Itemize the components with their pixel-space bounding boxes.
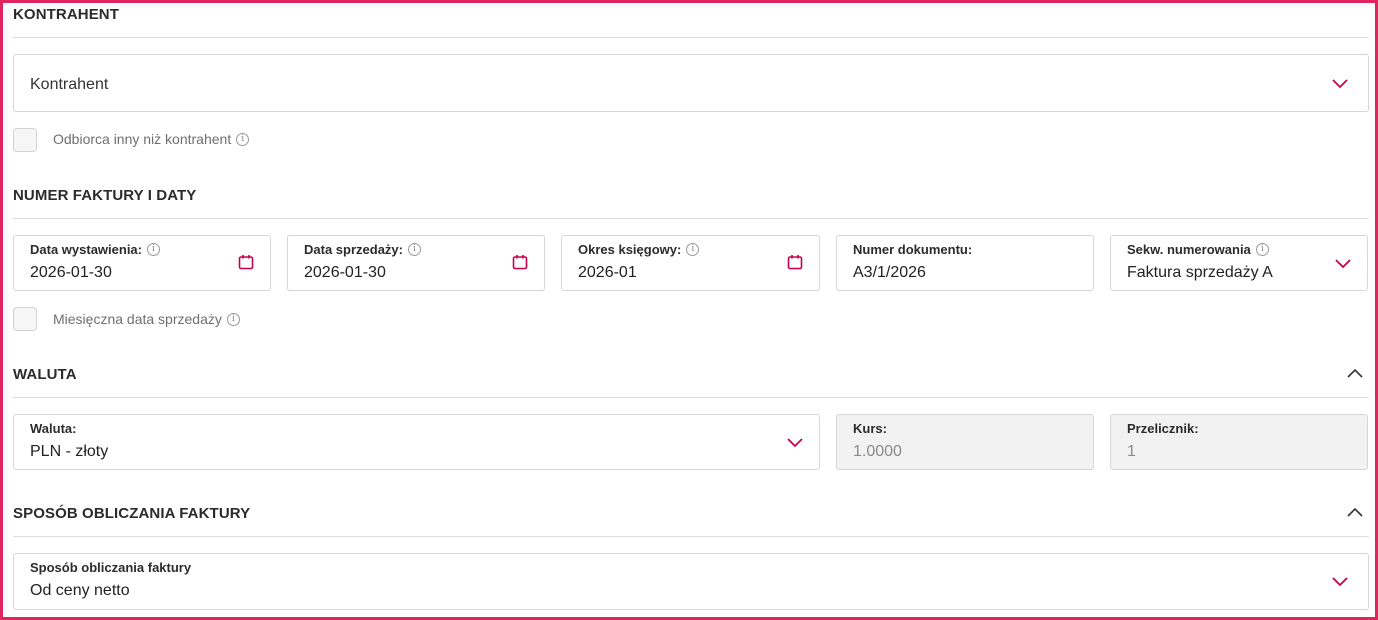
document-number-field[interactable]: Numer dokumentu: A3/1/2026	[836, 235, 1094, 291]
converter-label: Przelicznik:	[1127, 421, 1199, 436]
divider	[13, 397, 1369, 398]
converter-value: 1	[1127, 443, 1136, 460]
currency-select[interactable]: Waluta: PLN - złoty	[13, 414, 820, 470]
other-recipient-checkbox[interactable]	[13, 128, 37, 152]
accounting-period-field[interactable]: Okres księgowy: i 2026-01	[561, 235, 820, 291]
accounting-period-label-text: Okres księgowy:	[578, 242, 682, 257]
section-title-currency: WALUTA	[13, 366, 77, 383]
currency-value: PLN - złoty	[30, 443, 109, 460]
info-icon[interactable]: i	[236, 132, 250, 146]
other-recipient-text: Odbiorca inny niż kontrahent	[53, 131, 232, 147]
sale-date-field[interactable]: Data sprzedaży: i 2026-01-30	[287, 235, 545, 291]
other-recipient-label: Odbiorca inny niż kontrahent i	[53, 131, 250, 147]
sale-date-label: Data sprzedaży: i	[304, 242, 421, 257]
sale-date-label-text: Data sprzedaży:	[304, 242, 403, 257]
document-number-value: A3/1/2026	[853, 264, 926, 281]
divider	[13, 37, 1369, 38]
info-icon[interactable]: i	[686, 243, 700, 256]
accounting-period-label: Okres księgowy: i	[578, 242, 700, 257]
chevron-down-icon[interactable]	[1333, 254, 1353, 274]
section-title-invoice: NUMER FAKTURY I DATY	[13, 187, 197, 204]
document-number-label: Numer dokumentu:	[853, 242, 973, 257]
info-icon[interactable]: i	[226, 312, 240, 326]
issue-date-field[interactable]: Data wystawienia: i 2026-01-30	[13, 235, 271, 291]
info-icon[interactable]: i	[407, 243, 421, 256]
contractor-select-placeholder: Kontrahent	[30, 76, 109, 93]
chevron-down-icon[interactable]	[785, 433, 805, 453]
section-title-contractor: KONTRAHENT	[13, 6, 119, 23]
calculation-method-select[interactable]: Sposób obliczania faktury Od ceny netto	[13, 553, 1369, 610]
accounting-period-value: 2026-01	[578, 264, 637, 281]
info-icon[interactable]: i	[147, 243, 160, 256]
calculation-method-value: Od ceny netto	[30, 582, 130, 599]
calendar-icon[interactable]	[510, 252, 530, 272]
currency-label: Waluta:	[30, 421, 77, 436]
calculation-method-label: Sposób obliczania faktury	[30, 560, 192, 575]
section-title-calculation: SPOSÓB OBLICZANIA FAKTURY	[13, 505, 251, 522]
issue-date-value: 2026-01-30	[30, 264, 112, 281]
calendar-icon[interactable]	[236, 252, 256, 272]
sale-date-value: 2026-01-30	[304, 264, 386, 281]
divider	[13, 536, 1369, 537]
numbering-sequence-label-text: Sekw. numerowania	[1127, 242, 1251, 257]
calendar-icon[interactable]	[785, 252, 805, 272]
monthly-sale-date-text: Miesięczna data sprzedaży	[53, 311, 222, 327]
divider	[13, 218, 1369, 219]
numbering-sequence-label: Sekw. numerowania i	[1127, 242, 1269, 257]
exchange-rate-field: Kurs: 1.0000	[836, 414, 1094, 470]
issue-date-label: Data wystawienia: i	[30, 242, 160, 257]
chevron-down-icon[interactable]	[1330, 572, 1350, 592]
converter-field: Przelicznik: 1	[1110, 414, 1368, 470]
issue-date-label-text: Data wystawienia:	[30, 242, 142, 257]
contractor-select[interactable]: Kontrahent	[13, 54, 1369, 112]
exchange-rate-value: 1.0000	[853, 443, 902, 460]
chevron-down-icon[interactable]	[1330, 74, 1350, 94]
monthly-sale-date-label: Miesięczna data sprzedaży i	[53, 311, 240, 327]
numbering-sequence-value: Faktura sprzedaży A	[1127, 264, 1273, 281]
chevron-up-icon[interactable]	[1345, 363, 1365, 383]
monthly-sale-date-checkbox[interactable]	[13, 307, 37, 331]
info-icon[interactable]: i	[1255, 243, 1269, 256]
chevron-up-icon[interactable]	[1345, 502, 1365, 522]
exchange-rate-label: Kurs:	[853, 421, 887, 436]
numbering-sequence-select[interactable]: Sekw. numerowania i Faktura sprzedaży A	[1110, 235, 1368, 291]
